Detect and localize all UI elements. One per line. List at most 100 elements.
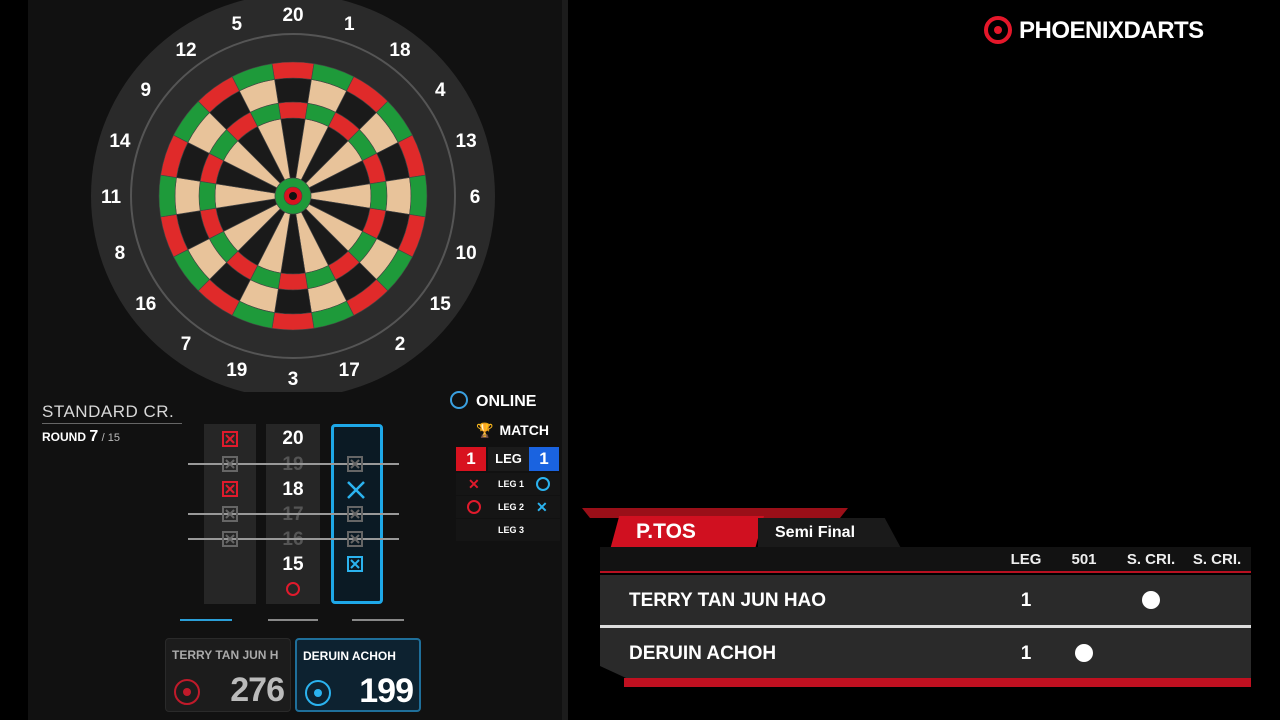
dart-icon: [352, 619, 404, 621]
row-player-name: DERUIN ACHOH: [629, 643, 777, 664]
board-number: 20: [282, 5, 303, 26]
closed-mark-icon: [222, 431, 238, 447]
board-number: 1: [344, 14, 355, 35]
left-legs-won: 1: [456, 447, 486, 471]
board-number: 17: [339, 360, 360, 381]
dart-icon: [268, 619, 318, 621]
row-player-name: TERRY TAN JUN HAO: [629, 590, 827, 611]
player-target-icon: [305, 680, 331, 706]
single-segment: [274, 288, 312, 315]
target-20: 20: [282, 428, 304, 449]
player-name: DERUIN ACHOH: [303, 649, 396, 663]
triple-segment: [277, 101, 309, 120]
double-segment: [158, 174, 177, 218]
two-marks-icon: [346, 480, 366, 500]
target-bull-icon: [286, 582, 300, 596]
round-current: 7: [89, 428, 99, 445]
board-number: 16: [135, 294, 156, 315]
win-circle-icon: [536, 477, 550, 491]
globe-icon: [450, 391, 468, 409]
board-number: 19: [226, 360, 247, 381]
double-segment: [271, 312, 315, 331]
board-number: 4: [435, 80, 446, 101]
board-number: 13: [456, 131, 477, 152]
game-won-dot-icon: [1075, 644, 1093, 662]
closed-line-16: [188, 538, 399, 540]
col-scri-2: S. CRI.: [1192, 551, 1242, 568]
triple-segment: [198, 180, 217, 212]
board-number: 3: [288, 369, 299, 390]
board-number: 12: [175, 40, 196, 61]
round-total: / 15: [101, 432, 120, 444]
right-legs-won: 1: [529, 447, 559, 471]
event-badge: P.TOS: [610, 516, 764, 550]
mode-underline: [42, 423, 182, 424]
match-heading: 🏆 MATCH: [476, 422, 549, 438]
row-legs: 1: [1020, 590, 1032, 611]
target-15: 15: [282, 554, 304, 575]
loss-x-icon: ✕: [536, 499, 548, 515]
phoenix-target-icon: [984, 16, 1012, 44]
single-segment: [385, 177, 412, 215]
leg-row-2: LEG 2 ✕: [456, 496, 560, 518]
scoreboard-row: TERRY TAN JUN HAO 1: [600, 575, 1251, 625]
board-number: 15: [430, 294, 452, 315]
closed-mark-icon: [222, 506, 238, 522]
event-name: P.TOS: [636, 520, 696, 543]
board-number: 6: [470, 187, 481, 208]
board-number: 11: [101, 187, 122, 208]
board-number: 7: [181, 334, 192, 355]
dart-icon: [180, 619, 232, 621]
scoreboard-bottom-bar: [624, 678, 1251, 687]
player-score: 276: [230, 671, 285, 709]
leg-header: LEG: [488, 447, 529, 471]
player-score: 199: [359, 672, 414, 710]
dartboard: 20 1 18 4 13 6 10 15 2 17 3 19 7 16 8 11 14 9 12 5: [91, 0, 495, 392]
closed-mark-icon: [347, 556, 363, 572]
col-501: 501: [1071, 551, 1097, 568]
board-number: 8: [115, 243, 126, 264]
stage-name: Semi Final: [775, 524, 856, 541]
target-19: 19: [282, 454, 304, 475]
row-separator: [600, 625, 1251, 628]
double-segment: [271, 61, 315, 80]
board-number: 5: [231, 14, 242, 35]
leg-row-1: ✕ LEG 1: [456, 473, 560, 495]
triple-segment: [277, 272, 309, 291]
brand-name: PHOENIXDARTS: [1019, 17, 1204, 44]
player-target-icon: [174, 679, 200, 705]
closed-mark-icon: [347, 506, 363, 522]
game-mode-title: STANDARD CR.: [42, 402, 175, 421]
target-18: 18: [282, 479, 304, 500]
board-number: 9: [140, 80, 151, 101]
round-indicator: ROUND 7 / 15: [42, 428, 120, 446]
loss-x-icon: ✕: [468, 476, 480, 492]
stage-badge: Semi Final: [758, 518, 902, 550]
bull-center: [289, 192, 297, 200]
closed-line-17: [188, 513, 399, 515]
triple-segment: [369, 180, 388, 212]
single-segment: [174, 177, 201, 215]
board-number: 10: [456, 243, 477, 264]
trophy-icon: 🏆: [476, 422, 494, 438]
board-number: 18: [389, 40, 410, 61]
single-segment: [274, 77, 312, 104]
board-number: 14: [109, 131, 131, 152]
round-label: ROUND: [42, 430, 86, 444]
scoreboard-row: DERUIN ACHOH 1: [600, 628, 1251, 678]
player-card-1: TERRY TAN JUN H 276: [165, 638, 291, 712]
double-segment: [409, 174, 428, 218]
row-legs: 1: [1020, 643, 1032, 664]
closed-mark-icon: [222, 456, 238, 472]
online-status: ONLINE: [450, 391, 536, 411]
online-label: ONLINE: [476, 393, 537, 410]
closed-mark-icon: [222, 531, 238, 547]
player-card-2: DERUIN ACHOH 199: [295, 638, 421, 712]
leg-row-3: LEG 3: [456, 519, 560, 541]
target-17: 17: [282, 504, 304, 525]
player-name: TERRY TAN JUN H: [172, 648, 279, 662]
board-number: 2: [395, 334, 406, 355]
closed-mark-icon: [347, 531, 363, 547]
win-circle-icon: [467, 500, 481, 514]
scoreboard-header: LEG 501 S. CRI. S. CRI.: [600, 547, 1251, 573]
